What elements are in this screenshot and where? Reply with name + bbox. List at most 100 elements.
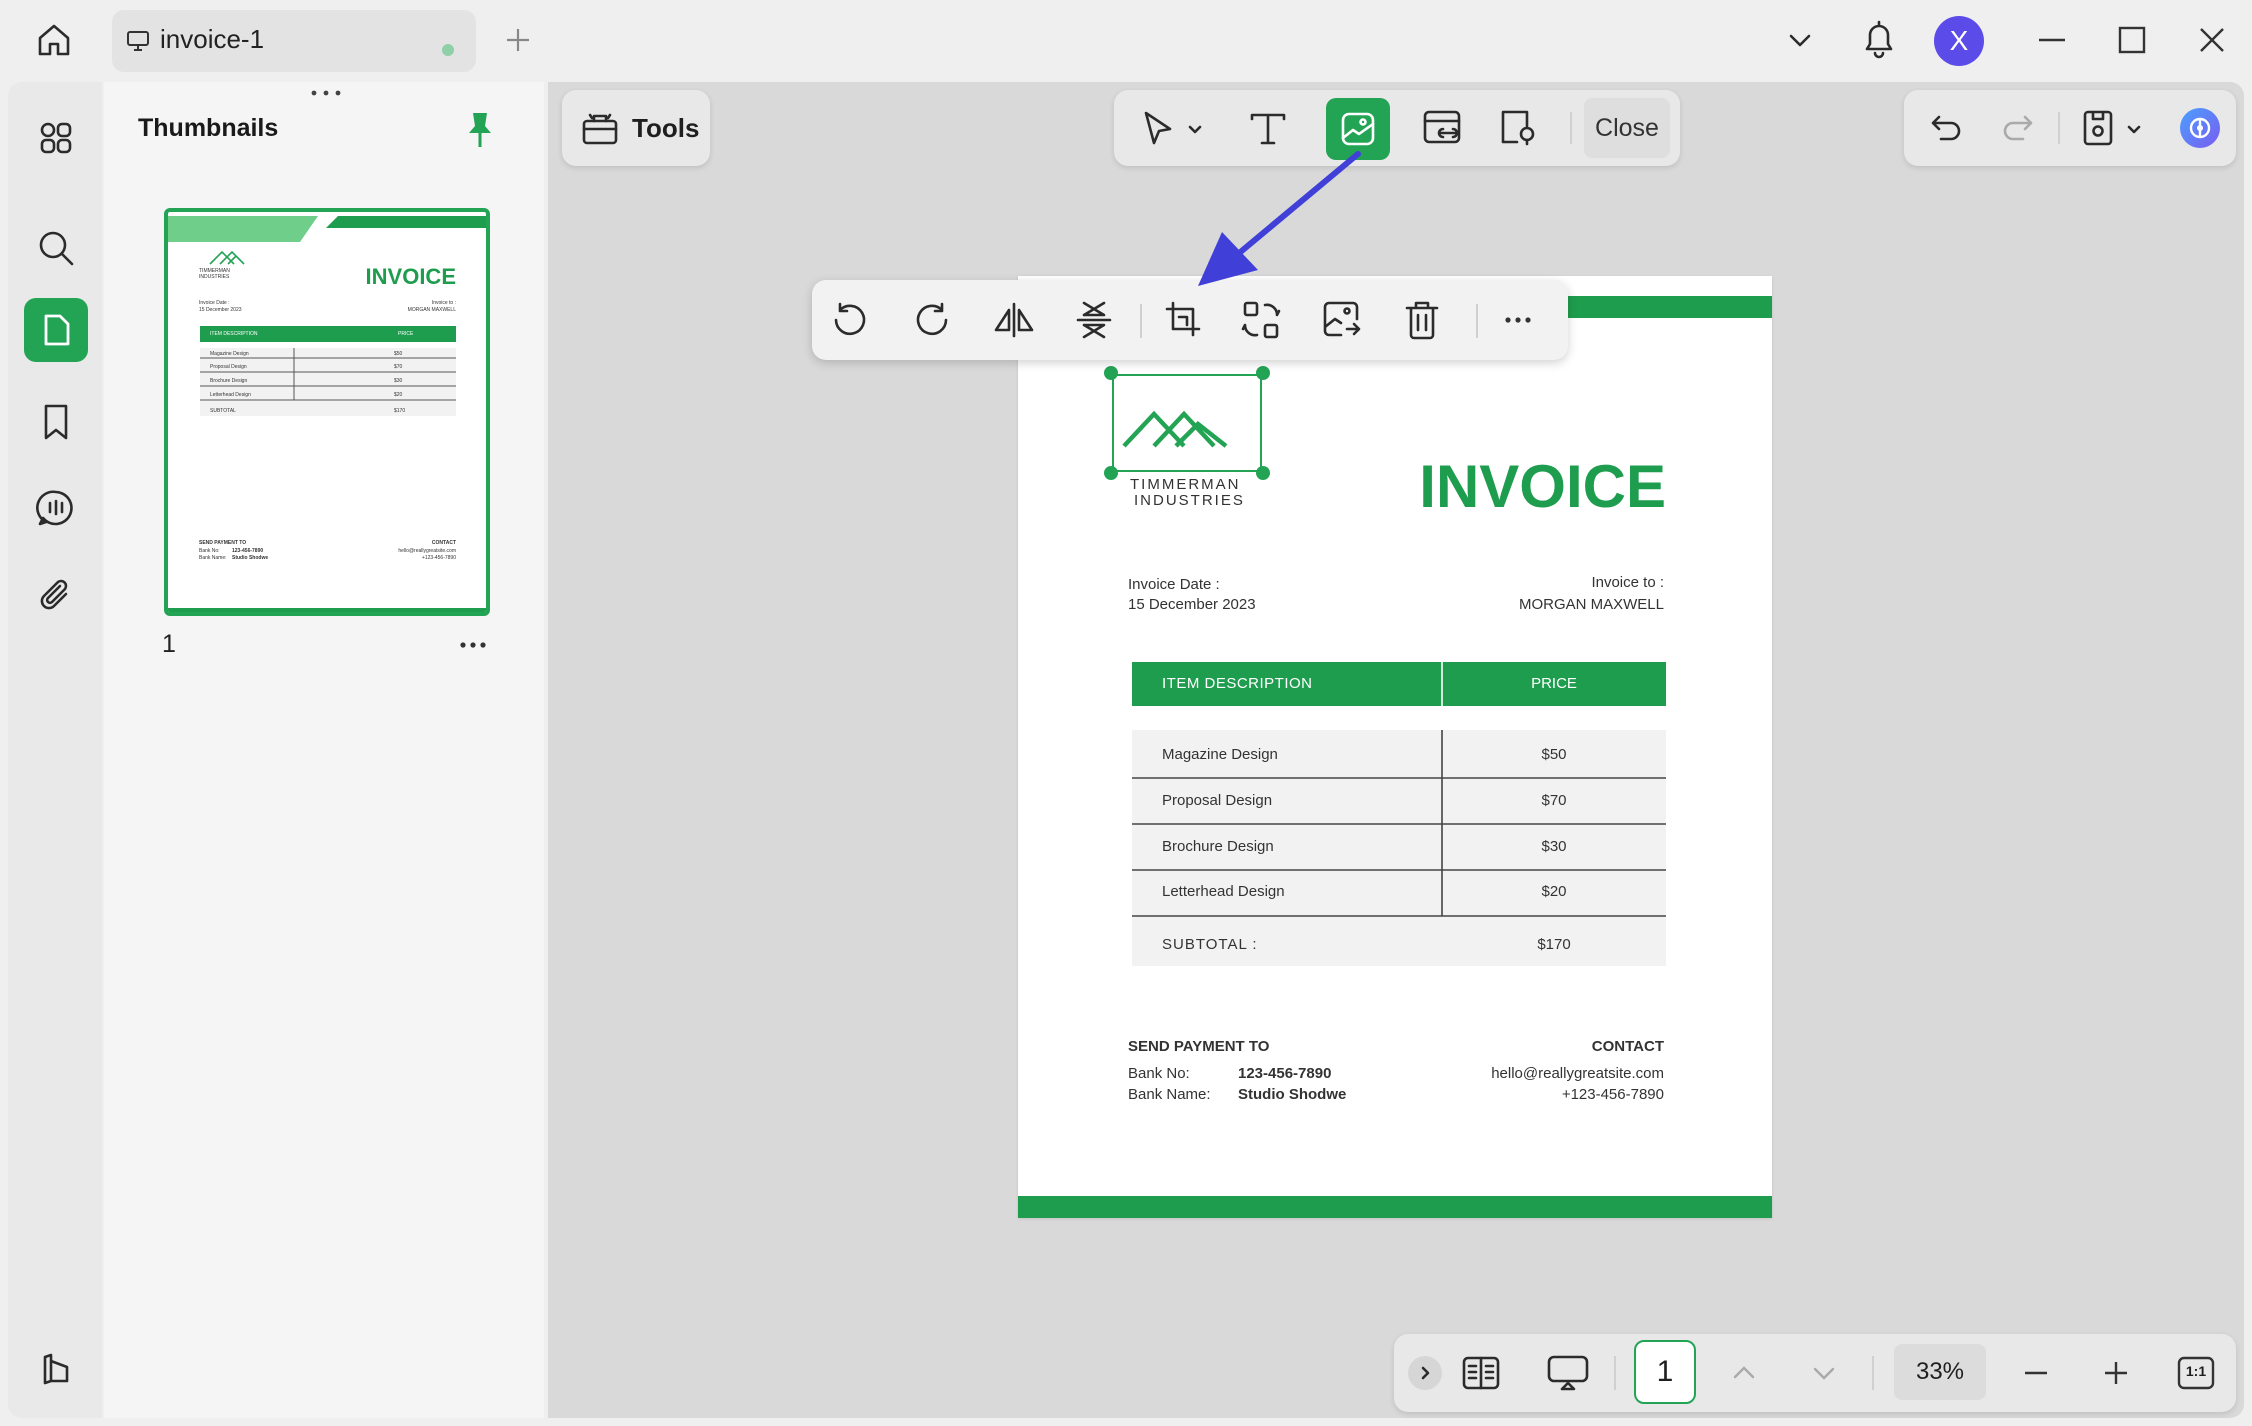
thumb-contact-email: hello@reallygreatsite.com [398,548,456,554]
more-icon[interactable] [458,638,488,652]
chevron-right-icon[interactable] [1408,1356,1442,1390]
thumb-bank-no-value: 123-456-7890 [232,548,264,554]
zoom-out-icon[interactable] [2016,1354,2056,1392]
actual-size-label: 1:1 [2185,1363,2207,1379]
search-icon[interactable] [24,216,88,280]
rotate-left-icon[interactable] [826,296,874,344]
replace-icon[interactable] [1236,296,1288,344]
bell-icon[interactable] [1856,16,1902,62]
item-desc: Proposal Design [1162,792,1273,809]
col-header-desc: ITEM DESCRIPTION [1162,675,1313,692]
drag-handle-icon[interactable] [308,88,344,98]
thumb-date-label: Invoice Date : [199,300,230,306]
save-icon[interactable] [2074,104,2122,152]
company-line1: TIMMERMAN [1130,476,1241,493]
chevron-down-icon[interactable] [1780,20,1820,60]
resize-handle[interactable] [1256,366,1270,380]
thumb-bank-name-label: Bank Name: [199,555,227,561]
pin-icon[interactable] [464,110,504,150]
contact-heading: CONTACT [1591,1038,1664,1055]
zoom-level[interactable]: 33% [1894,1344,1986,1400]
thumbnails-title: Thumbnails [138,114,279,142]
contact-email: hello@reallygreatsite.com [1491,1065,1664,1082]
toolbox-icon [582,113,618,145]
redo-icon[interactable] [1994,104,2042,152]
mountain-logo-icon [1122,410,1228,448]
rotate-right-icon[interactable] [908,296,956,344]
tools-button[interactable]: Tools [562,90,710,166]
invoice-date-value: 15 December 2023 [1128,596,1256,613]
collapse-icon[interactable] [24,1338,88,1402]
crop-icon[interactable] [1158,296,1210,344]
item-price: $20 [1541,883,1567,900]
annotation-arrow [1198,151,1361,286]
right-toolbar [1904,90,2236,166]
select-icon[interactable] [1134,104,1182,152]
flip-vertical-icon[interactable] [1068,296,1120,344]
item-desc: Letterhead Design [1162,883,1285,900]
close-button[interactable]: Close [1584,98,1670,158]
thumb-contact-heading: CONTACT [431,540,456,546]
undo-icon[interactable] [1922,104,1970,152]
text-tool-icon[interactable] [1242,104,1294,152]
bank-no-value: 123-456-7890 [1238,1065,1332,1082]
actual-size-button[interactable]: 1:1 [2174,1352,2218,1394]
avatar[interactable]: X [1934,16,1984,66]
grid-icon[interactable] [24,106,88,170]
title-bar: invoice-1 X [0,0,2252,80]
zoom-in-icon[interactable] [2096,1354,2136,1392]
thumb-contact-phone: +123-456-7890 [421,555,456,561]
attachment-icon[interactable] [24,564,88,628]
unsaved-dot [442,44,454,56]
home-icon[interactable] [26,14,82,66]
more-icon[interactable] [1498,310,1538,330]
selected-image[interactable] [1112,374,1262,472]
bottom-bar: 1 33% 1:1 [1394,1334,2236,1412]
delete-icon[interactable] [1396,296,1448,344]
new-tab-icon[interactable] [498,20,538,60]
document-tab[interactable]: invoice-1 [112,10,476,72]
thumb-to-value: MORGAN MAXWELL [407,307,456,313]
invoice-title: INVOICE [1419,453,1666,520]
resize-handle[interactable] [1104,466,1118,480]
invoice-to-value: MORGAN MAXWELL [1518,596,1664,613]
thumb-payment-heading: SEND PAYMENT TO [199,540,247,546]
link-icon[interactable] [1416,104,1470,152]
bank-name-value: Studio Shodwe [1238,1086,1347,1103]
resize-handle[interactable] [1104,366,1118,380]
bookmark-icon[interactable] [24,390,88,454]
item-price: $30 [1541,838,1567,855]
chevron-down-icon[interactable] [1182,116,1208,142]
presentation-icon[interactable] [1542,1348,1594,1398]
chevron-up-icon[interactable] [1724,1354,1764,1392]
thumb-item-desc: Proposal Design [210,364,247,370]
extract-icon[interactable] [1316,296,1368,344]
maximize-icon[interactable] [2110,20,2154,60]
minimize-icon[interactable] [2030,20,2074,60]
page-number-input[interactable]: 1 [1634,1340,1696,1404]
close-window-icon[interactable] [2190,20,2234,60]
thumbnail-page-number: 1 [162,630,176,658]
thumb-item-price: $20 [394,392,403,398]
resize-handle[interactable] [1256,466,1270,480]
thumb-title: INVOICE [365,264,456,289]
comment-icon[interactable] [24,476,88,540]
chevron-down-icon[interactable] [2122,118,2146,140]
chevron-down-icon[interactable] [1804,1354,1844,1392]
item-desc: Magazine Design [1162,746,1278,763]
left-rail [8,82,102,1418]
invoice-to-label: Invoice to : [1591,574,1664,591]
subtotal-value: $170 [1537,936,1571,953]
flip-horizontal-icon[interactable] [988,296,1040,344]
ai-assistant-icon[interactable] [2174,102,2226,154]
page-thumbnail[interactable]: TIMMERMAN INDUSTRIES INVOICE Invoice Dat… [164,208,490,616]
item-price: $70 [1541,792,1567,809]
stamp-icon[interactable] [1492,104,1546,152]
thumb-date-value: 15 December 2023 [199,307,242,313]
book-view-icon[interactable] [1456,1348,1506,1398]
thumb-item-desc: Magazine Design [210,351,249,357]
pages-icon[interactable] [24,298,88,362]
document-page[interactable]: TIMMERMAN INDUSTRIES INVOICE Invoice Dat… [1018,276,1772,1218]
thumb-item-desc: Brochure Design [210,378,248,384]
payment-heading: SEND PAYMENT TO [1128,1038,1270,1055]
